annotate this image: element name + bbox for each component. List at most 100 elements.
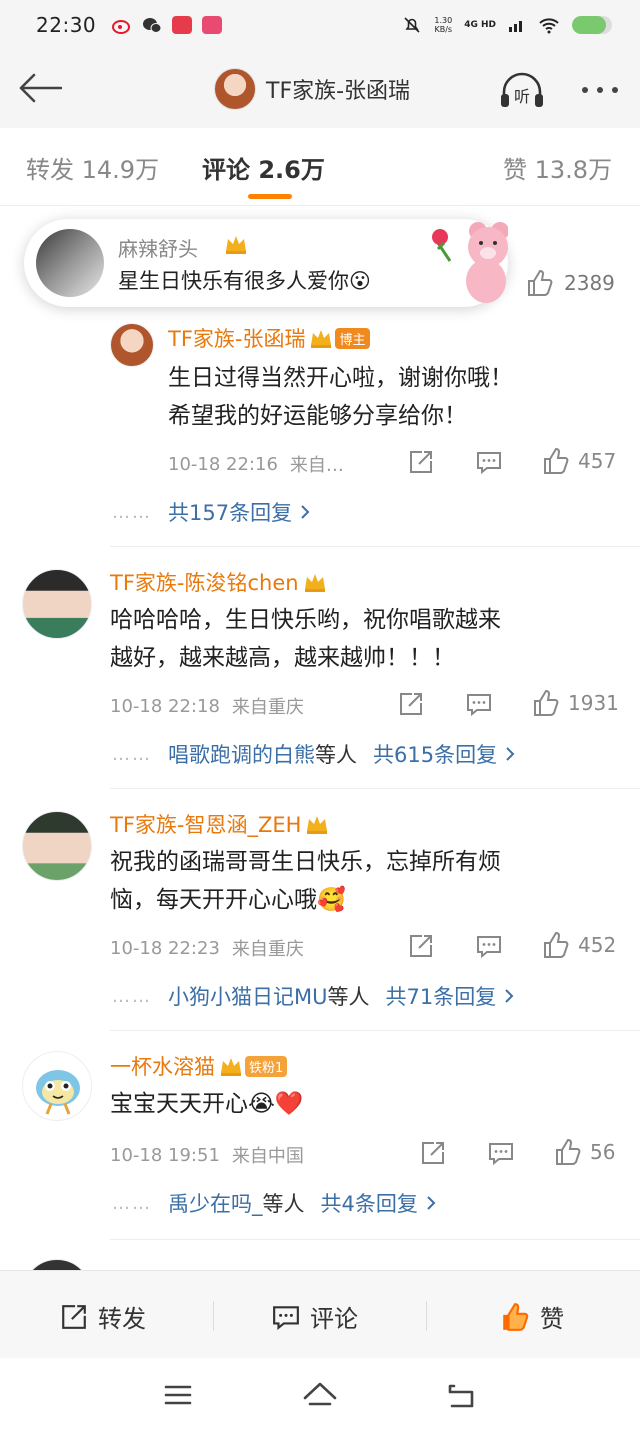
- avatar[interactable]: [22, 1259, 92, 1270]
- comment-author-name[interactable]: 一杯水溶猫: [110, 1051, 215, 1081]
- replies-user: 禹少在吗_: [168, 1192, 263, 1216]
- thumbs-up-icon: [544, 447, 569, 474]
- avatar[interactable]: [22, 1051, 92, 1121]
- avatar: [36, 229, 104, 297]
- replies-suffix: 等人: [327, 985, 370, 1009]
- replies-user: 唱歌跑调的白熊: [168, 743, 315, 767]
- back-system-icon[interactable]: [442, 1378, 482, 1412]
- like-button[interactable]: 56: [554, 1138, 615, 1166]
- like-label: 赞: [540, 1305, 564, 1333]
- nav-user[interactable]: TF家族-张函瑞: [214, 68, 410, 110]
- crown-icon: [226, 236, 246, 254]
- repost-button[interactable]: 转发: [60, 1299, 146, 1334]
- like-button[interactable]: 457: [542, 447, 616, 475]
- comment-text: 宝宝天天开心😭❤️: [110, 1091, 304, 1117]
- share-button[interactable]: [408, 933, 434, 959]
- reply-button[interactable]: [488, 1140, 514, 1166]
- tab-repost[interactable]: 转发 14.9万: [26, 150, 159, 185]
- comment-icon: [467, 694, 491, 717]
- reply-button[interactable]: [476, 449, 502, 475]
- net-speed: 1.30 KB/s: [434, 16, 453, 34]
- comment-time: 10-18 22:16: [168, 453, 278, 475]
- comment-label: 评论: [310, 1305, 358, 1333]
- thumbs-up-icon: [534, 689, 559, 716]
- comment-author-name[interactable]: TF家族-陈浚铭chen: [110, 567, 299, 597]
- like-button[interactable]: 452: [542, 931, 616, 959]
- share-icon: [400, 693, 422, 715]
- avatar[interactable]: [22, 811, 92, 881]
- reply-button[interactable]: [476, 933, 502, 959]
- divider: [110, 1030, 640, 1031]
- share-button[interactable]: [398, 691, 424, 717]
- thumbs-up-icon: [528, 269, 553, 296]
- bear-with-rose-icon: [432, 222, 508, 303]
- view-replies-link[interactable]: …… 唱歌跑调的白熊 等人 共615条回复: [112, 739, 517, 769]
- comment-text: 祝我的函瑞哥哥生日快乐，忘掉所有烦 恼，每天开开心心哦🥰: [110, 849, 501, 913]
- status-app-icons: [112, 16, 223, 34]
- comment-text: 哈哈哈哈，生日快乐哟，祝你唱歌越来 越好，越来越高，越来越帅！！！: [110, 607, 501, 671]
- like-count: 2389: [564, 271, 615, 295]
- thumbs-up-filled-icon: [503, 1302, 529, 1331]
- menu-icon[interactable]: [158, 1378, 198, 1412]
- chevron-right-icon: [427, 1196, 436, 1210]
- more-dot-icon: [612, 87, 618, 93]
- divider: [213, 1301, 214, 1331]
- divider: [110, 546, 640, 547]
- cartoon-avatar-icon: [36, 1070, 80, 1115]
- share-button[interactable]: [408, 449, 434, 475]
- chevron-right-icon: [506, 747, 515, 761]
- avatar[interactable]: [110, 323, 154, 367]
- comment-meta: 10-18 22:18 来自重庆: [110, 693, 304, 719]
- status-right: 1.30 KB/s 4G HD: [402, 15, 612, 35]
- tab-comments[interactable]: 评论 2.6万: [202, 150, 325, 185]
- share-button[interactable]: [420, 1140, 446, 1166]
- more-button[interactable]: [576, 76, 624, 104]
- weibo-icon: [112, 16, 133, 34]
- like-button[interactable]: 1931: [532, 689, 619, 717]
- comment-author-name[interactable]: TF家族-智恩涵_ZEH: [110, 809, 301, 839]
- chevron-right-icon: [505, 989, 514, 1003]
- top-nav-bar: TF家族-张函瑞 听: [0, 50, 640, 128]
- share-icon: [62, 1304, 86, 1329]
- comment-list: 麻辣舒头 星生日快乐有很多人爱你😮 2389 TF家族-张函瑞 博主 生日过得当…: [0, 207, 640, 1270]
- avatar[interactable]: [22, 569, 92, 639]
- comment-meta: 10-18 19:51 来自中国: [110, 1142, 304, 1168]
- fan-badge: 铁粉1: [245, 1055, 288, 1077]
- wish-text: 星生日快乐有很多人爱你😮: [118, 269, 371, 293]
- share-icon: [410, 935, 432, 957]
- replies-total: 共615条回复: [373, 743, 498, 767]
- comment-author-name[interactable]: TF家族-张函瑞: [168, 323, 305, 353]
- home-icon[interactable]: [300, 1378, 340, 1412]
- reply-button[interactable]: [466, 691, 492, 717]
- replies-dots: ……: [112, 743, 152, 765]
- pink-app-icon: [202, 16, 223, 34]
- thumbs-up-icon: [556, 1138, 581, 1165]
- tab-likes[interactable]: 赞 13.8万: [503, 150, 612, 185]
- crown-icon: [304, 574, 325, 592]
- view-replies-link[interactable]: …… 共157条回复: [112, 497, 312, 527]
- back-button[interactable]: [16, 66, 64, 110]
- wifi-icon: [539, 18, 559, 34]
- replies-total: 共4条回复: [320, 1192, 418, 1216]
- listen-button[interactable]: 听: [498, 70, 546, 110]
- comment-header: TF家族-张函瑞 博主: [168, 323, 370, 353]
- like-button[interactable]: 赞: [500, 1299, 564, 1334]
- blogger-badge: 博主: [335, 327, 370, 349]
- view-replies-link[interactable]: …… 小狗小猫日记MU 等人 共71条回复: [112, 981, 516, 1011]
- birthday-wish-card[interactable]: 麻辣舒头 星生日快乐有很多人爱你😮: [24, 219, 508, 307]
- svg-text:听: 听: [514, 87, 530, 106]
- page-title: TF家族-张函瑞: [266, 79, 411, 104]
- comment-button[interactable]: 评论: [272, 1299, 358, 1334]
- comment-meta: 10-18 22:23 来自重庆: [110, 935, 304, 961]
- red-app-icon: [172, 16, 193, 34]
- share-icon: [410, 451, 432, 473]
- like-button[interactable]: 2389: [526, 269, 615, 297]
- crown-icon: [311, 330, 332, 348]
- view-replies-link[interactable]: …… 禹少在吗_ 等人 共4条回复: [112, 1188, 438, 1218]
- comment-icon: [273, 1305, 299, 1330]
- weibo-comments-page: 22:30 1.30 KB/s 4G HD TF家族-张函瑞 听 转发 14.9…: [0, 0, 640, 1433]
- avatar: [214, 68, 256, 110]
- comment-text: 生日过得当然开心啦，谢谢你哦！ 希望我的好运能够分享给你！: [168, 365, 513, 429]
- wechat-icon: [142, 16, 163, 34]
- bottom-action-bar: 转发 评论 赞: [0, 1270, 640, 1358]
